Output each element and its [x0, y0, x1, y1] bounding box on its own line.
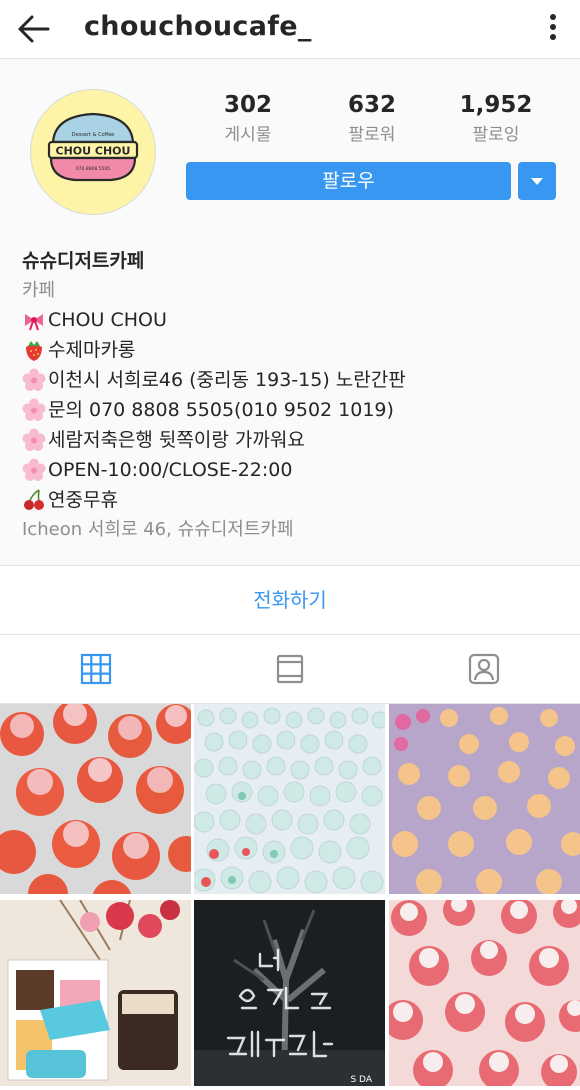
post-thumbnail[interactable]	[194, 704, 385, 894]
bio-line-text: 세람저축은행 뒷쪽이랑 가까워요	[48, 429, 305, 451]
bio-line: 세람저축은행 뒷쪽이랑 가까워요	[22, 425, 562, 455]
bio-line-text: 이천시 서희로46 (중리동 193-15) 노란간판	[48, 369, 406, 391]
post-image-meringue-macarons	[0, 704, 191, 894]
cherry-blossom-icon	[22, 458, 46, 481]
logo-text: CHOU CHOU	[56, 145, 131, 158]
bio-line: 이천시 서희로46 (중리동 193-15) 노란간판	[22, 365, 562, 395]
post-image-dessert-box-flowers	[0, 900, 191, 1086]
profile-stats: 302 게시물 632 팔로워 1,952 팔로잉	[186, 90, 558, 150]
caret-down-icon	[531, 178, 543, 185]
stat-followers[interactable]: 632 팔로워	[310, 90, 434, 148]
chouchou-logo: Dessert & Coffee CHOU CHOU 070.8808.5505	[47, 112, 139, 182]
stat-posts-count: 302	[223, 92, 272, 118]
bio-line-text: CHOU CHOU	[48, 309, 167, 331]
post-thumbnail[interactable]	[389, 900, 580, 1090]
post-image-flower-meringues	[389, 704, 580, 894]
call-button-label: 전화하기	[253, 588, 327, 612]
bio-line: CHOU CHOU	[22, 305, 562, 335]
profile-category: 카페	[22, 280, 56, 301]
arrow-left-icon[interactable]	[14, 9, 54, 49]
post-image-pink-meringues	[389, 900, 580, 1090]
grid-icon	[80, 653, 112, 685]
stat-following-count: 1,952	[459, 92, 533, 118]
tab-tagged[interactable]	[387, 635, 580, 703]
feed-icon	[276, 654, 304, 684]
cherries-icon	[24, 489, 44, 510]
post-image-night-tree-handwriting: S DA	[194, 900, 385, 1087]
bio-line-text: 문의 070 8808 5505(010 9502 1019)	[48, 399, 394, 421]
profile-display-name: 슈슈디저트카페	[22, 250, 145, 272]
ribbon-icon	[25, 314, 43, 331]
stat-posts-label: 게시물	[224, 125, 272, 145]
follow-button[interactable]: 팔로우	[186, 162, 511, 200]
cherry-blossom-icon	[22, 398, 46, 421]
profile-section: Dessert & Coffee CHOU CHOU 070.8808.5505…	[0, 59, 580, 565]
post-grid: S DA	[0, 704, 580, 1090]
suggestions-dropdown-button[interactable]	[518, 162, 556, 200]
bio-line: 문의 070 8808 5505(010 9502 1019)	[22, 395, 562, 425]
post-thumbnail[interactable]	[0, 900, 191, 1090]
bio-line: 연중무휴	[22, 485, 562, 515]
logo-top-text: Dessert & Coffee	[72, 132, 114, 138]
stat-following-label: 팔로잉	[472, 125, 520, 145]
stat-following[interactable]: 1,952 팔로잉	[434, 90, 558, 148]
post-thumbnail[interactable]: S DA	[194, 900, 385, 1090]
post-thumbnail[interactable]	[389, 704, 580, 894]
bio-line-text: OPEN-10:00/CLOSE-22:00	[48, 459, 293, 481]
top-bar: chouchoucafe_	[0, 0, 580, 59]
profile-username: chouchoucafe_	[84, 11, 312, 42]
more-vertical-icon[interactable]	[538, 10, 568, 46]
bio-line-text: 연중무휴	[48, 489, 118, 511]
cherry-blossom-icon	[22, 428, 46, 451]
stat-followers-count: 632	[347, 92, 396, 118]
bio-line-text: 수제마카롱	[48, 339, 136, 361]
logo-bottom-text: 070.8808.5505	[76, 166, 110, 172]
post-thumbnail[interactable]	[0, 704, 191, 894]
stat-followers-label: 팔로워	[348, 125, 396, 145]
post-image-mint-meringue-drops	[194, 704, 385, 894]
strawberry-icon	[26, 341, 42, 361]
stat-posts[interactable]: 302 게시물	[186, 90, 310, 148]
avatar[interactable]: Dessert & Coffee CHOU CHOU 070.8808.5505	[30, 89, 156, 215]
tab-grid[interactable]	[0, 635, 193, 703]
tagged-icon	[468, 653, 500, 685]
profile-location[interactable]: Icheon 서희로 46, 슈슈디저트카페	[22, 515, 562, 545]
bio-line: OPEN-10:00/CLOSE-22:00	[22, 455, 562, 485]
profile-tabs	[0, 635, 580, 703]
bio-line: 수제마카롱	[22, 335, 562, 365]
tab-feed[interactable]	[193, 635, 386, 703]
post-watermark: S DA	[350, 1075, 372, 1085]
profile-bio: 슈슈디저트카페 카페 CHOU CHOU 수제마카롱 이천시 서희로46 (중리…	[22, 247, 562, 545]
call-button[interactable]: 전화하기	[0, 566, 580, 634]
cherry-blossom-icon	[22, 368, 46, 391]
